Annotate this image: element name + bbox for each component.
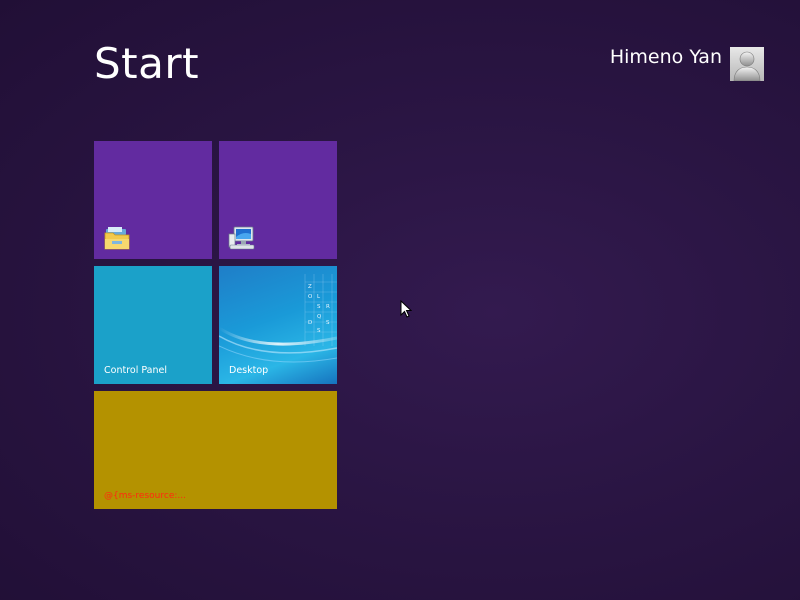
tile-explorer[interactable] bbox=[94, 141, 212, 259]
folder-icon bbox=[104, 227, 130, 250]
tile-wide-app[interactable]: @{ms-resource:... bbox=[94, 391, 337, 509]
desktop-art-letter: R bbox=[326, 304, 330, 310]
mouse-cursor-icon bbox=[400, 300, 412, 318]
desktop-art-letter: D bbox=[308, 320, 312, 326]
desktop-art-letter: S bbox=[317, 328, 321, 334]
start-title: Start bbox=[94, 39, 200, 88]
desktop-art-letter: Z bbox=[308, 284, 312, 290]
desktop-art-letter: O bbox=[308, 294, 313, 300]
user-avatar[interactable] bbox=[730, 47, 764, 81]
user-name[interactable]: Himeno Yan bbox=[610, 45, 722, 69]
desktop-art-letter: S bbox=[326, 320, 330, 326]
user-silhouette-icon bbox=[733, 51, 761, 81]
desktop-art-letter: Q bbox=[317, 314, 322, 320]
tile-desktop[interactable]: Z O L S R Q D S S Desktop bbox=[219, 266, 337, 384]
computer-icon bbox=[228, 226, 255, 250]
desktop-art-letter: S bbox=[317, 304, 321, 310]
tile-wide-app-label: @{ms-resource:... bbox=[104, 491, 186, 501]
tile-control-panel-label: Control Panel bbox=[104, 365, 167, 376]
tile-computer[interactable] bbox=[219, 141, 337, 259]
desktop-art-letter: L bbox=[317, 294, 321, 300]
tile-desktop-label: Desktop bbox=[229, 365, 269, 376]
tile-control-panel[interactable]: Control Panel bbox=[94, 266, 212, 384]
